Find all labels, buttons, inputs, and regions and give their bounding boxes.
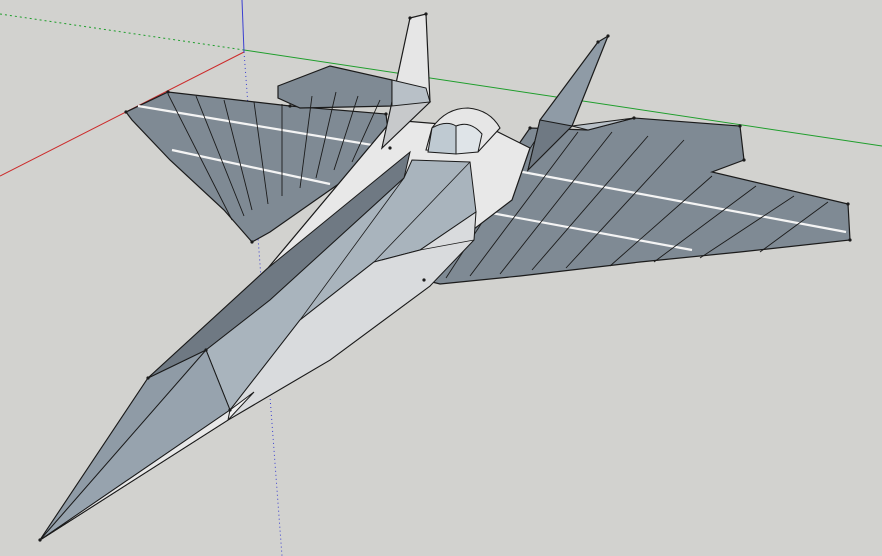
3d-viewport[interactable]: [0, 0, 882, 556]
green-axis-dotted: [0, 13, 245, 51]
nose-cone[interactable]: [39, 349, 231, 541]
model-scene[interactable]: [0, 0, 882, 556]
blue-axis-solid: [241, 0, 245, 53]
